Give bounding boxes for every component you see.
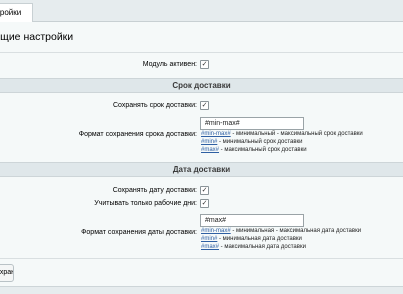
period-hint: #min-max# - минимальный - максимальный с… bbox=[201, 131, 363, 137]
module-active-label: Модуль активен: bbox=[142, 61, 197, 68]
period-hint-text: - минимальный - максимальный срок достав… bbox=[230, 131, 363, 137]
workdays-checkbox[interactable]: ✓ bbox=[200, 199, 209, 208]
date-hint-text: - максимальная дата доставки bbox=[219, 244, 306, 250]
settings-panel: Общие настройки Модуль активен: ✓ Срок д… bbox=[0, 22, 403, 286]
save-period-checkbox[interactable]: ✓ bbox=[200, 101, 209, 110]
divider bbox=[0, 52, 403, 53]
tabs-bar: Настройки bbox=[0, 0, 403, 23]
date-hint: #min# - минимальная дата доставки bbox=[201, 236, 302, 242]
module-active-checkbox[interactable]: ✓ bbox=[200, 60, 209, 69]
checkmark-icon: ✓ bbox=[201, 187, 208, 194]
date-hint-text: - минимальная дата доставки bbox=[217, 236, 302, 242]
date-format-label: Формат сохранения даты доставки: bbox=[81, 229, 197, 236]
period-hint: #max# - максимальный срок доставки bbox=[201, 147, 307, 153]
save-date-checkbox[interactable]: ✓ bbox=[200, 186, 209, 195]
period-hint-code[interactable]: #max# bbox=[201, 147, 219, 153]
checkmark-icon: ✓ bbox=[201, 200, 208, 207]
section-delivery-period: Срок доставки bbox=[0, 78, 403, 93]
period-hint-code[interactable]: #min# bbox=[201, 139, 217, 145]
save-button[interactable]: Сохранить bbox=[0, 264, 14, 282]
save-date-label: Сохранять дату доставки: bbox=[112, 187, 197, 194]
date-hint-text: - минимальная - максимальная дата достав… bbox=[230, 228, 362, 234]
date-hint-code[interactable]: #min-max# bbox=[201, 228, 231, 234]
tab-settings[interactable]: Настройки bbox=[0, 3, 33, 23]
workdays-label: Учитывать только рабочие дни: bbox=[94, 200, 197, 207]
date-hint: #max# - максимальная дата доставки bbox=[201, 244, 306, 250]
checkmark-icon: ✓ bbox=[201, 102, 208, 109]
date-hint: #min-max# - минимальная - максимальная д… bbox=[201, 228, 361, 234]
date-hint-code[interactable]: #min# bbox=[201, 236, 217, 242]
period-format-input[interactable]: #min-max# bbox=[200, 117, 304, 130]
period-hint-code[interactable]: #min-max# bbox=[201, 131, 231, 137]
period-format-label: Формат сохранения срока доставки: bbox=[78, 131, 197, 138]
period-hint: #min# - минимальный срок доставки bbox=[201, 139, 303, 145]
section-delivery-date: Дата доставки bbox=[0, 162, 403, 177]
page-title: Общие настройки bbox=[0, 31, 74, 43]
period-hint-text: - минимальный срок доставки bbox=[217, 139, 303, 145]
checkmark-icon: ✓ bbox=[201, 61, 208, 68]
bottom-bar bbox=[0, 286, 403, 294]
period-hint-text: - максимальный срок доставки bbox=[219, 147, 307, 153]
save-period-label: Сохранять срок доставки: bbox=[112, 102, 197, 109]
divider bbox=[0, 258, 403, 259]
date-format-input[interactable]: #max# bbox=[200, 214, 304, 227]
date-hint-code[interactable]: #max# bbox=[201, 244, 219, 250]
